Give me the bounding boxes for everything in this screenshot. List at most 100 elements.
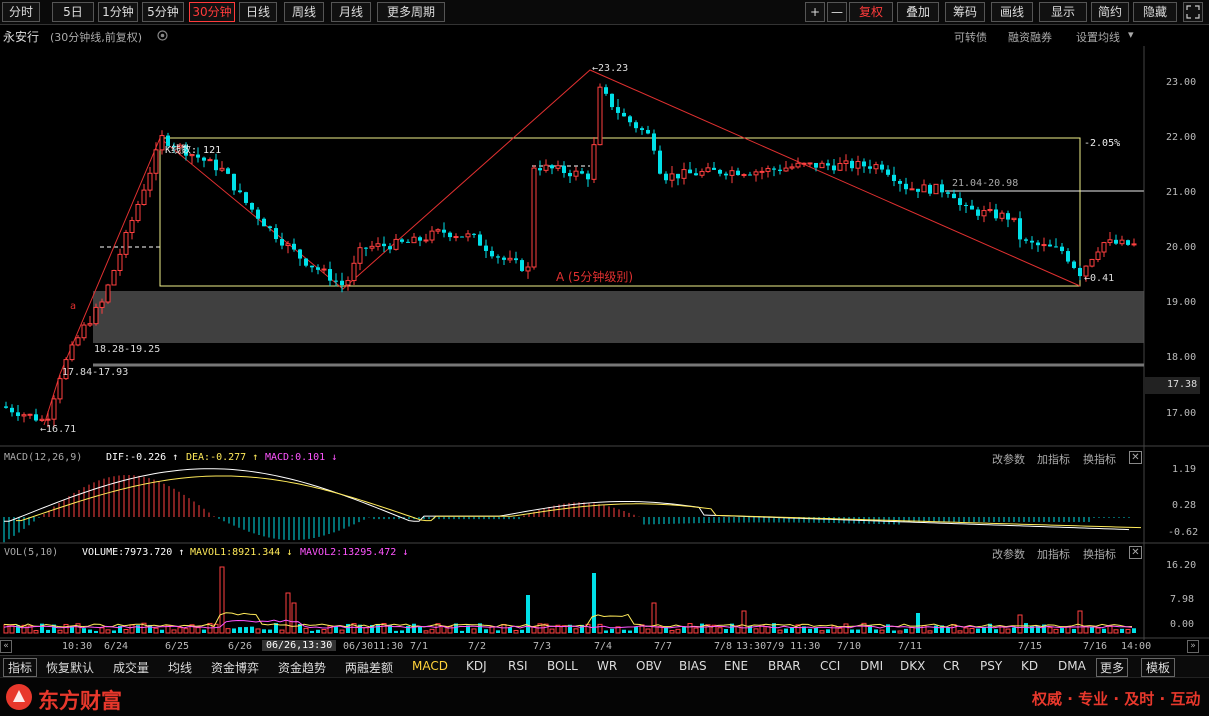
volume-bar (604, 630, 608, 633)
volume-bar (645, 628, 651, 634)
tab-boll[interactable]: BOLL (547, 659, 578, 673)
volume-bar (219, 566, 225, 634)
volume-bar (622, 629, 626, 633)
candle-body (1041, 244, 1047, 247)
vol-add-indicator-link[interactable]: 加指标 (1037, 546, 1070, 562)
volume-bar (976, 628, 980, 633)
trend-line (43, 69, 1081, 426)
vol-close-icon[interactable]: ✕ (1129, 546, 1142, 559)
candle-body (351, 262, 357, 282)
high-label: ←23.23 (592, 63, 629, 74)
candle-body (490, 250, 494, 257)
tab-template[interactable]: 模板 (1141, 658, 1176, 677)
volume-bar (628, 630, 632, 633)
candle-body (940, 184, 944, 193)
candle-body (795, 162, 801, 168)
candle-body (375, 243, 381, 247)
volume-bar (856, 629, 860, 633)
tab-macd[interactable]: MACD (412, 659, 448, 673)
candle-body (669, 173, 675, 181)
tab-fund-trend[interactable]: 资金趋势 (278, 659, 326, 676)
candle-body (898, 180, 902, 184)
volume-bar (700, 623, 704, 633)
volume-bar (1060, 628, 1064, 633)
volume-bar (946, 627, 950, 633)
volume-bar (682, 626, 686, 633)
volume-bar (1053, 628, 1059, 634)
macd-add-indicator-link[interactable]: 加指标 (1037, 451, 1070, 467)
tab-ene[interactable]: ENE (724, 659, 748, 673)
candle-body (357, 247, 363, 264)
volume-bar (765, 626, 771, 634)
xaxis-cursor-label: 06/26,13:30 (262, 640, 337, 651)
tab-dmi[interactable]: DMI (860, 659, 883, 673)
candle-body (10, 407, 14, 413)
tab-indicator[interactable]: 指标 (3, 658, 38, 677)
yaxis-label: 22.00 (1166, 132, 1197, 143)
macd-edit-params-link[interactable]: 改参数 (992, 451, 1025, 467)
tab-dma[interactable]: DMA (1058, 659, 1086, 673)
chart-canvas[interactable] (0, 0, 1209, 716)
tab-fund-game[interactable]: 资金博弈 (211, 659, 259, 676)
tab-cr[interactable]: CR (943, 659, 960, 673)
candle-body (640, 128, 644, 130)
tab-obv[interactable]: OBV (636, 659, 662, 673)
candle-body (340, 280, 344, 285)
macd-yaxis-label: 0.28 (1172, 500, 1197, 511)
candle-body (789, 166, 795, 169)
tab-ma[interactable]: 均线 (168, 659, 192, 676)
candle-body (429, 230, 435, 241)
vol-volume-text: VOLUME:7973.720 (82, 547, 173, 558)
candle-body (664, 173, 668, 181)
volume-bar (963, 627, 969, 634)
macd-dea-text: DEA:-0.277 (186, 452, 247, 463)
tab-restore-default[interactable]: 恢复默认 (46, 659, 94, 676)
tab-more[interactable]: 更多 (1096, 658, 1129, 677)
tab-dkx[interactable]: DKX (900, 659, 925, 673)
volume-bar (316, 629, 320, 633)
volume-bar (610, 628, 614, 633)
volume-bar (321, 629, 327, 634)
macd-switch-indicator-link[interactable]: 换指标 (1083, 451, 1116, 467)
volume-bar (1065, 626, 1071, 634)
center-label: A (5分钟级别) (556, 270, 634, 284)
candle-body (832, 165, 836, 171)
tab-brar[interactable]: BRAR (768, 659, 801, 673)
tab-rsi[interactable]: RSI (508, 659, 528, 673)
tab-wr[interactable]: WR (597, 659, 617, 673)
x-axis: « 10:30 6/24 6/25 6/26 06/26,13:30 06/30… (0, 639, 1209, 655)
volume-bar (339, 629, 345, 634)
candle-body (999, 212, 1005, 219)
volume-bar (225, 628, 231, 634)
tab-bias[interactable]: BIAS (679, 659, 707, 673)
volume-bar (484, 629, 488, 633)
candle-body (862, 161, 866, 167)
candle-body (75, 337, 81, 346)
candle-body (873, 164, 879, 170)
tab-kd[interactable]: KD (1021, 659, 1038, 673)
candle-body (268, 226, 272, 229)
candle-body (226, 168, 230, 174)
candle-body (57, 378, 63, 400)
macd-close-icon[interactable]: ✕ (1129, 451, 1142, 464)
candle-body (280, 239, 284, 246)
candle-body (952, 193, 956, 199)
candle-body (807, 162, 813, 165)
volume-bar (597, 623, 603, 634)
candle-body (694, 173, 698, 176)
volume-bar (1072, 628, 1076, 633)
tab-kdj[interactable]: KDJ (466, 659, 487, 673)
vol-switch-indicator-link[interactable]: 换指标 (1083, 546, 1116, 562)
tab-cci[interactable]: CCI (820, 659, 840, 673)
scroll-right-icon[interactable]: » (1187, 640, 1199, 653)
candle-body (586, 173, 590, 180)
tab-volume[interactable]: 成交量 (113, 659, 149, 676)
vol-edit-params-link[interactable]: 改参数 (992, 546, 1025, 562)
volume-bar (837, 627, 843, 634)
volume-bar (951, 624, 957, 634)
tab-margin-diff[interactable]: 两融差额 (345, 659, 393, 676)
xaxis-label: 7/3 (533, 641, 552, 652)
candle-body (207, 159, 213, 162)
tab-psy[interactable]: PSY (980, 659, 1002, 673)
scroll-left-icon[interactable]: « (0, 640, 12, 653)
